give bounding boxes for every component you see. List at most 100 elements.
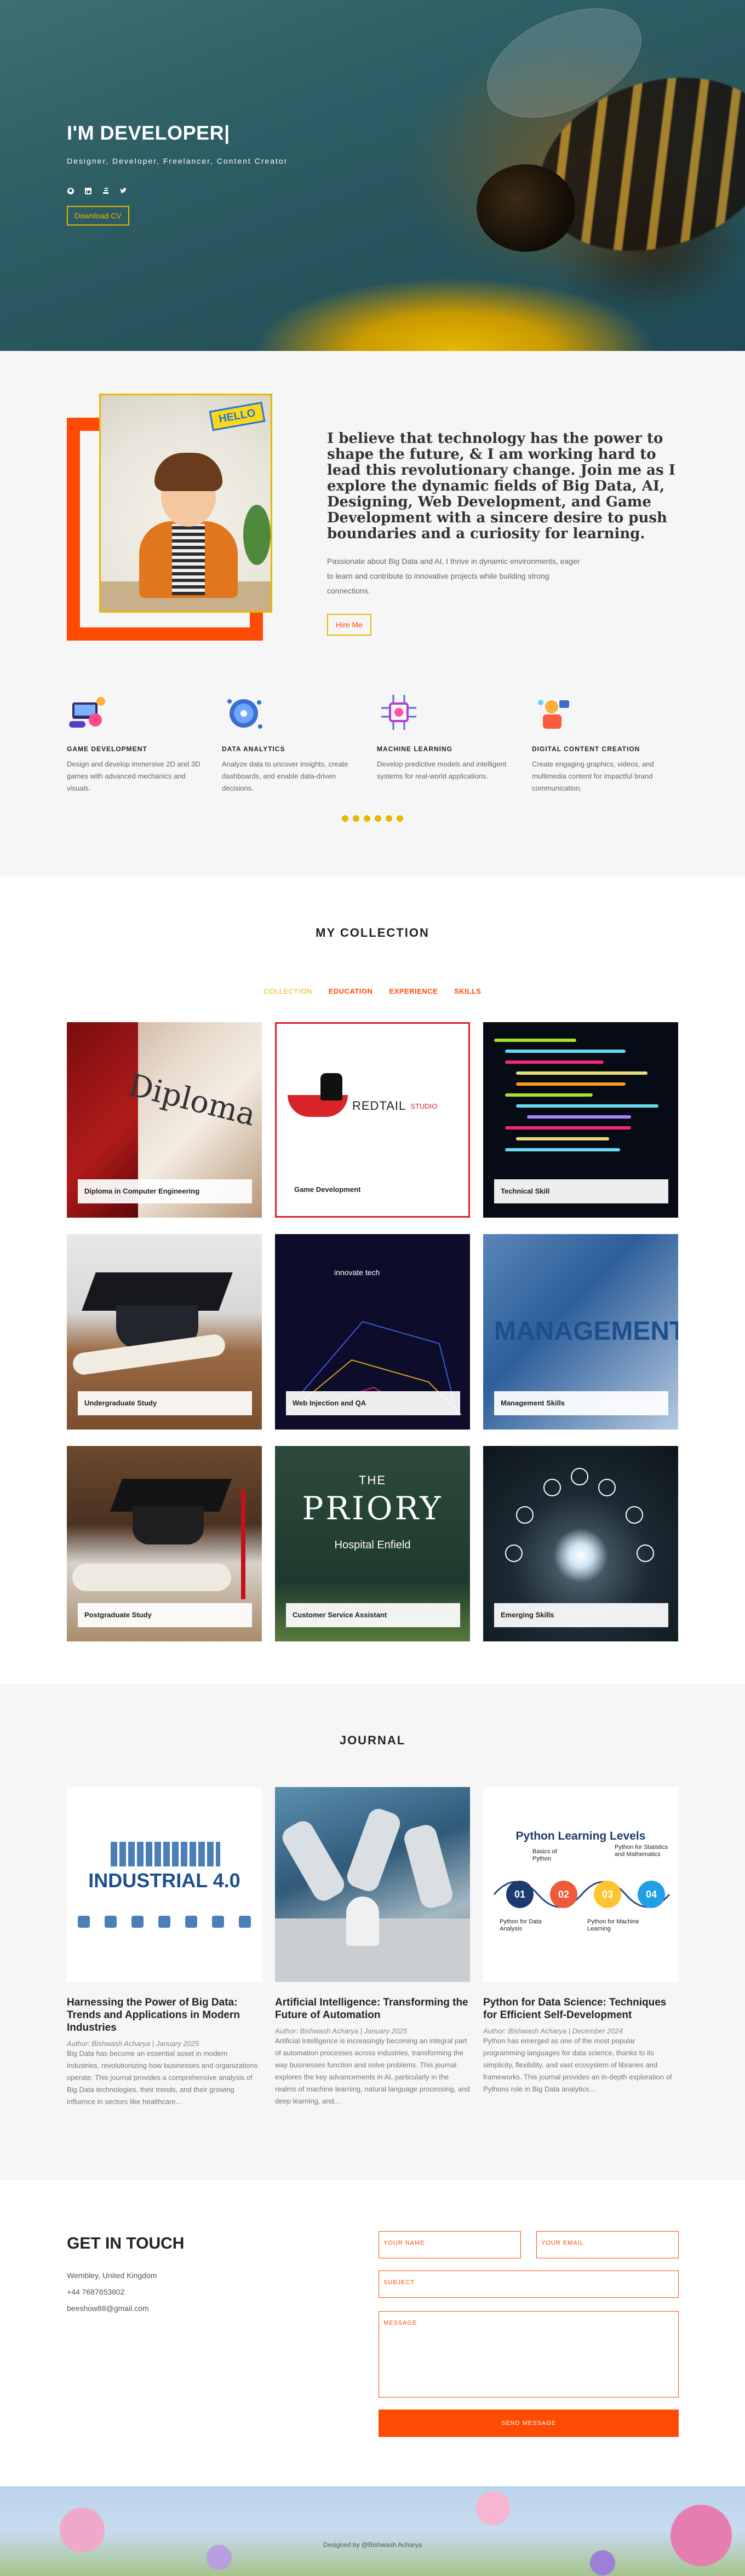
journal-posts: INDUSTRIAL 4.0 Harnessing the Power of B… [67, 1787, 678, 2108]
hero-subtitle: Designer, Developer, Freelancer, Content… [67, 157, 288, 165]
card-label: Emerging Skills [494, 1603, 668, 1627]
collection-card[interactable]: MANAGEMENT Management Skills [483, 1234, 678, 1430]
contact-phone[interactable]: +44 7687653802 [67, 2284, 157, 2300]
post-title[interactable]: Python for Data Science: Techniques for … [483, 1996, 678, 2021]
collection-card[interactable]: innovate tech Web Injection and QA [275, 1234, 470, 1430]
collection-filters: COLLECTION EDUCATION EXPERIENCE SKILLS [0, 987, 745, 995]
carousel-dot[interactable] [386, 815, 392, 822]
service-title: DATA ANALYTICS [222, 745, 285, 753]
contact-form: YOUR NAME YOUR EMAIL SUBJECT MESSAGE SEN… [379, 2231, 679, 2437]
name-field[interactable]: YOUR NAME [379, 2231, 521, 2258]
contact-info: Wembley, United Kingdom +44 7687653802 b… [67, 2267, 157, 2316]
service-digital-content-creation: DIGITAL CONTENT CREATION Create engaging… [532, 690, 687, 794]
about-headline: I believe that technology has the power … [327, 430, 675, 542]
contact-address: Wembley, United Kingdom [67, 2271, 157, 2280]
logo-text: PRIORY [302, 1490, 443, 1527]
download-cv-button[interactable]: Download CV [67, 206, 129, 226]
carousel-dot[interactable] [342, 815, 348, 822]
card-label: Diploma in Computer Engineering [78, 1179, 252, 1203]
message-field[interactable]: MESSAGE [379, 2311, 679, 2398]
card-label: Undergraduate Study [78, 1391, 252, 1415]
service-description: Analyze data to uncover insights, create… [222, 760, 348, 792]
post-excerpt: Python has emerged as one of the most po… [483, 2037, 672, 2093]
plant-image [243, 505, 271, 565]
collection-card[interactable]: Emerging Skills [483, 1446, 678, 1641]
email-field[interactable]: YOUR EMAIL [536, 2231, 679, 2258]
carousel-dot[interactable] [364, 815, 370, 822]
card-label: Management Skills [494, 1391, 668, 1415]
contact-email[interactable]: beeshow88@gmail.com [67, 2300, 157, 2316]
machine-learning-icon [377, 690, 421, 734]
redtail-logo: REDTAIL STUDIO [288, 1073, 437, 1117]
step-label: Python for Machine Learning [587, 1918, 639, 1932]
section-title: MY COLLECTION [316, 926, 429, 940]
collection-card[interactable]: REDTAIL STUDIO Game Development [275, 1022, 470, 1218]
about-paragraph: Passionate about Big Data and AI, I thri… [327, 557, 580, 595]
post-excerpt: Big Data has become an essential asset i… [67, 2049, 258, 2106]
logo-text: THE [359, 1473, 386, 1487]
filter-skills[interactable]: SKILLS [454, 987, 481, 995]
collection-card[interactable]: Undergraduate Study [67, 1234, 262, 1430]
filter-experience[interactable]: EXPERIENCE [389, 987, 438, 995]
bee-head-image [477, 164, 575, 252]
social-links [67, 187, 288, 195]
service-description: Design and develop immersive 2D and 3D g… [67, 760, 200, 792]
collection-card[interactable]: Diploma Diploma in Computer Engineering [67, 1022, 262, 1218]
journal-post[interactable]: Artificial Intelligence: Transforming th… [275, 1787, 470, 2108]
logo-text: REDTAIL [352, 1099, 406, 1113]
post-image [275, 1787, 470, 1982]
logo-subtext: Hospital Enfield [334, 1539, 411, 1551]
post-image: INDUSTRIAL 4.0 [67, 1787, 262, 1982]
profile-illustration: HELLO [99, 394, 272, 613]
card-label: Web Injection and QA [286, 1391, 460, 1415]
post-author: Author: Bishwash Acharya | December 2024 [483, 2027, 623, 2035]
send-message-button[interactable]: SEND MESSAGE [379, 2410, 679, 2437]
post-title[interactable]: Harnessing the Power of Big Data: Trends… [67, 1996, 262, 2034]
service-data-analytics: DATA ANALYTICS Analyze data to uncover i… [222, 690, 377, 794]
hire-me-button[interactable]: Hire Me [327, 614, 372, 636]
card-label: Postgraduate Study [78, 1603, 252, 1627]
github-icon[interactable] [67, 187, 74, 195]
about-section: HELLO I believe that technology has the … [0, 351, 745, 877]
collection-card[interactable]: Technical Skill [483, 1022, 678, 1218]
service-description: Create engaging graphics, videos, and mu… [532, 760, 654, 792]
step-badge: 01 [506, 1881, 534, 1908]
twitter-icon[interactable] [119, 187, 127, 195]
stack-icon[interactable] [102, 187, 110, 195]
carousel-dots [342, 815, 403, 822]
post-title[interactable]: Artificial Intelligence: Transforming th… [275, 1996, 470, 2021]
collection-section: MY COLLECTION COLLECTION EDUCATION EXPER… [0, 877, 745, 1684]
service-description: Develop predictive models and intelligen… [377, 760, 507, 780]
hero-title: I'M DEVELOPER| [67, 122, 230, 144]
footer-credit: Designed by @Bishwash Acharya [323, 2541, 422, 2549]
content-creation-icon [532, 690, 576, 734]
carousel-dot[interactable] [353, 815, 359, 822]
contact-section: GET IN TOUCH Wembley, United Kingdom +44… [0, 2180, 745, 2486]
card-image-text: Diploma [124, 1067, 260, 1133]
subject-field[interactable]: SUBJECT [379, 2270, 679, 2298]
card-label: Technical Skill [494, 1179, 668, 1203]
filter-education[interactable]: EDUCATION [329, 987, 373, 995]
post-image-text: INDUSTRIAL 4.0 [88, 1869, 240, 1892]
card-image-text: MANAGEMENT [494, 1317, 678, 1346]
service-title: GAME DEVELOPMENT [67, 745, 147, 753]
service-machine-learning: MACHINE LEARNING Develop predictive mode… [377, 690, 532, 794]
post-image: Python Learning Levels 01 02 03 04 Basic… [483, 1787, 678, 1982]
carousel-dot[interactable] [397, 815, 403, 822]
post-author: Author: Bishwash Acharya | January 2025 [275, 2027, 408, 2035]
linkedin-icon[interactable] [84, 187, 92, 195]
journal-section: JOURNAL INDUSTRIAL 4.0 Harnessing the Po… [0, 1684, 745, 2180]
filter-collection[interactable]: COLLECTION [264, 987, 312, 995]
collection-card[interactable]: THE PRIORY Hospital Enfield Customer Ser… [275, 1446, 470, 1641]
journal-post[interactable]: Python Learning Levels 01 02 03 04 Basic… [483, 1787, 678, 2108]
contact-title: GET IN TOUCH [67, 2234, 185, 2252]
data-analytics-icon [222, 690, 266, 734]
collection-card[interactable]: Postgraduate Study [67, 1446, 262, 1641]
footer: Designed by @Bishwash Acharya [0, 2486, 745, 2576]
card-label: Game Development [288, 1178, 462, 1202]
section-title: JOURNAL [339, 1733, 406, 1747]
carousel-dot[interactable] [375, 815, 381, 822]
game-development-icon [67, 690, 111, 734]
card-label: Customer Service Assistant [286, 1603, 460, 1627]
journal-post[interactable]: INDUSTRIAL 4.0 Harnessing the Power of B… [67, 1787, 262, 2108]
